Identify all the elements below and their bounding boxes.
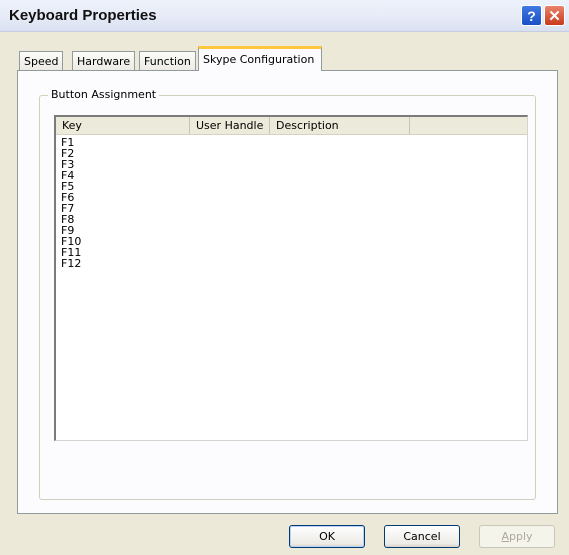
list-item[interactable]: F7 [56, 203, 527, 214]
apply-label: Apply [501, 530, 532, 543]
column-label: Description [276, 119, 339, 132]
list-item[interactable]: F11 [56, 247, 527, 258]
list-item[interactable]: F12 [56, 258, 527, 269]
column-header-user-handle[interactable]: User Handle [190, 117, 270, 134]
tab-label: Function [144, 55, 191, 68]
help-icon: ? [527, 7, 536, 24]
button-assignment-group: Button Assignment Key User Handle Descri… [39, 88, 536, 500]
column-label: User Handle [196, 119, 264, 132]
column-header-extra [410, 117, 528, 134]
tab-function[interactable]: Function [139, 51, 196, 70]
ok-button[interactable]: OK [289, 525, 365, 548]
cancel-label: Cancel [403, 530, 441, 543]
apply-mnemonic: A [501, 530, 509, 543]
list-item[interactable]: F2 [56, 148, 527, 159]
close-button[interactable]: ✕ [544, 5, 565, 26]
list-item[interactable]: F1 [56, 137, 527, 148]
list-item[interactable]: F10 [56, 236, 527, 247]
list-header: Key User Handle Description [56, 117, 527, 135]
apply-label-rest: pply [509, 530, 533, 543]
column-header-key[interactable]: Key [56, 117, 190, 134]
list-item[interactable]: F9 [56, 225, 527, 236]
tab-hardware[interactable]: Hardware [72, 51, 136, 70]
tab-speed[interactable]: Speed [19, 51, 64, 70]
list-item[interactable]: F6 [56, 192, 527, 203]
window-title: Keyboard Properties [9, 7, 157, 24]
list-rows: F1 F2 F3 F4 F5 F6 F7 F8 F9 F10 F11 F12 [56, 135, 527, 269]
help-button[interactable]: ? [521, 5, 542, 26]
key-assignment-list[interactable]: Key User Handle Description F1 F2 F3 F4 … [54, 115, 528, 441]
list-item[interactable]: F3 [56, 159, 527, 170]
list-item[interactable]: F5 [56, 181, 527, 192]
tab-label: Speed [24, 55, 59, 68]
apply-button[interactable]: Apply [479, 525, 555, 548]
tab-label: Skype Configuration [203, 53, 315, 66]
tab-skype-configuration[interactable]: Skype Configuration [198, 46, 322, 71]
column-label: Key [62, 119, 82, 132]
dialog-window: Keyboard Properties ? ✕ Speed Hardware F… [0, 0, 569, 555]
tab-panel: Button Assignment Key User Handle Descri… [17, 70, 558, 514]
cancel-button[interactable]: Cancel [384, 525, 460, 548]
group-label: Button Assignment [48, 88, 160, 101]
tab-label: Hardware [77, 55, 131, 68]
list-item[interactable]: F8 [56, 214, 527, 225]
title-bar[interactable]: Keyboard Properties ? ✕ [0, 0, 569, 32]
close-icon: ✕ [548, 7, 561, 25]
column-header-description[interactable]: Description [270, 117, 410, 134]
list-item[interactable]: F4 [56, 170, 527, 181]
ok-label: OK [319, 530, 335, 543]
